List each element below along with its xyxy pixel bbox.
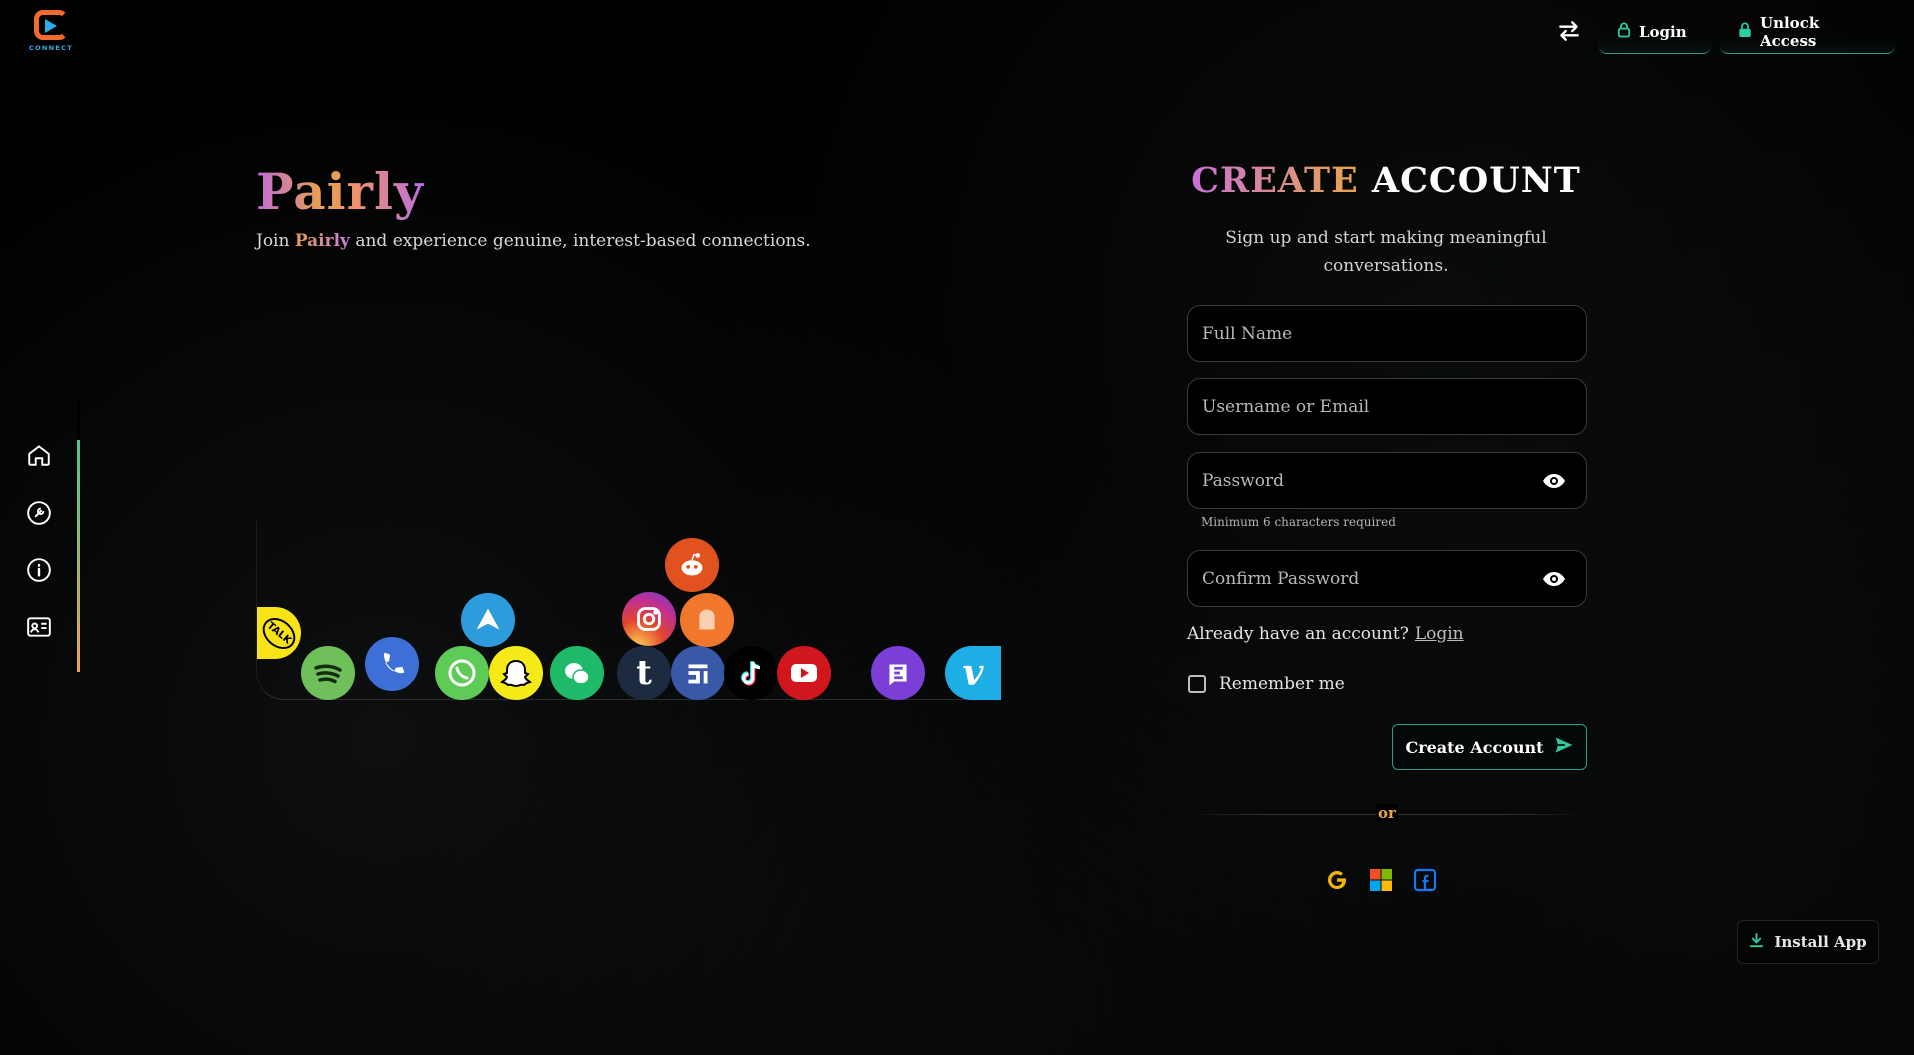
login-label: Login — [1639, 22, 1687, 41]
microsoft-icon[interactable] — [1369, 868, 1393, 892]
info-icon[interactable] — [26, 557, 52, 583]
download-icon — [1749, 932, 1764, 952]
show-confirm-password-icon[interactable] — [1542, 568, 1566, 590]
app-logo[interactable]: CONNECT — [28, 10, 74, 54]
form-title-accent: CREATE — [1191, 160, 1359, 201]
tiktok-bubble[interactable] — [724, 646, 778, 700]
remember-checkbox[interactable] — [1188, 675, 1206, 693]
hero-subtitle-brand: Pairly — [294, 231, 350, 251]
facebook-icon[interactable] — [1413, 868, 1437, 892]
unlock-access-button[interactable]: Unlock Access — [1720, 10, 1895, 54]
have-account-text: Already have an account? — [1187, 624, 1409, 644]
home-icon[interactable] — [26, 442, 52, 468]
kakaotalk-bubble[interactable]: TALK — [257, 607, 301, 659]
instagram-bubble[interactable] — [622, 592, 676, 646]
app-bubble-container: TALK t v — [256, 520, 1001, 700]
hero-subtitle-suffix: and experience genuine, interest-based c… — [355, 231, 811, 251]
password-input[interactable] — [1202, 470, 1532, 491]
password-hint: Minimum 6 characters required — [1201, 515, 1396, 529]
hero-subtitle-prefix: Join — [256, 231, 290, 251]
confirm-password-field[interactable] — [1187, 550, 1587, 607]
lock-filled-icon — [1738, 21, 1752, 42]
have-account-row: Already have an account? Login — [1187, 624, 1464, 644]
install-app-label: Install App — [1774, 933, 1867, 951]
show-password-icon[interactable] — [1542, 470, 1566, 492]
install-app-button[interactable]: Install App — [1737, 920, 1879, 964]
element-bubble[interactable] — [871, 646, 925, 700]
send-icon — [1554, 735, 1574, 759]
create-account-button[interactable]: Create Account — [1392, 724, 1587, 770]
full-name-input[interactable] — [1202, 323, 1532, 344]
tumblr-bubble[interactable]: t — [617, 646, 671, 700]
telegram-bubble[interactable] — [461, 593, 515, 647]
sidebar — [0, 400, 80, 672]
username-field[interactable] — [1187, 378, 1587, 435]
remember-label: Remember me — [1219, 674, 1345, 694]
form-title-rest: ACCOUNT — [1371, 160, 1581, 201]
soundcloud-bubble[interactable] — [680, 593, 734, 647]
swap-icon[interactable] — [1556, 18, 1582, 44]
password-field[interactable] — [1187, 452, 1587, 509]
username-input[interactable] — [1202, 396, 1532, 417]
unlock-label: Unlock Access — [1760, 13, 1820, 50]
or-text: or — [1376, 804, 1398, 822]
hero-subtitle: Join Pairly and experience genuine, inte… — [256, 231, 811, 251]
snapchat-bubble[interactable] — [489, 646, 543, 700]
talk-label: TALK — [257, 611, 301, 655]
phone-bubble[interactable] — [365, 637, 419, 691]
reddit-bubble[interactable] — [665, 538, 719, 592]
tools-icon[interactable] — [26, 500, 52, 526]
remember-me-row[interactable]: Remember me — [1188, 674, 1345, 694]
form-title: CREATE ACCOUNT — [1186, 160, 1586, 201]
vimeo-bubble[interactable]: v — [945, 646, 1001, 700]
login-link[interactable]: Login — [1415, 624, 1464, 644]
whatsapp-bubble[interactable] — [435, 646, 489, 700]
form-subtitle: Sign up and start making meaningful conv… — [1225, 228, 1547, 276]
youtube-bubble[interactable] — [777, 646, 831, 700]
wechat-bubble[interactable] — [550, 646, 604, 700]
contact-card-icon[interactable] — [26, 614, 52, 640]
spotify-bubble[interactable] — [301, 646, 355, 700]
logo-mark-icon — [34, 10, 68, 40]
create-account-label: Create Account — [1405, 737, 1544, 757]
logo-text: CONNECT — [29, 44, 73, 52]
full-name-field[interactable] — [1187, 305, 1587, 362]
forum-bubble[interactable] — [671, 646, 725, 700]
hero-title: Pairly — [256, 162, 425, 221]
google-icon[interactable] — [1325, 868, 1349, 892]
login-button[interactable]: Login — [1599, 10, 1711, 54]
lock-icon — [1617, 21, 1631, 42]
confirm-password-input[interactable] — [1202, 568, 1532, 589]
